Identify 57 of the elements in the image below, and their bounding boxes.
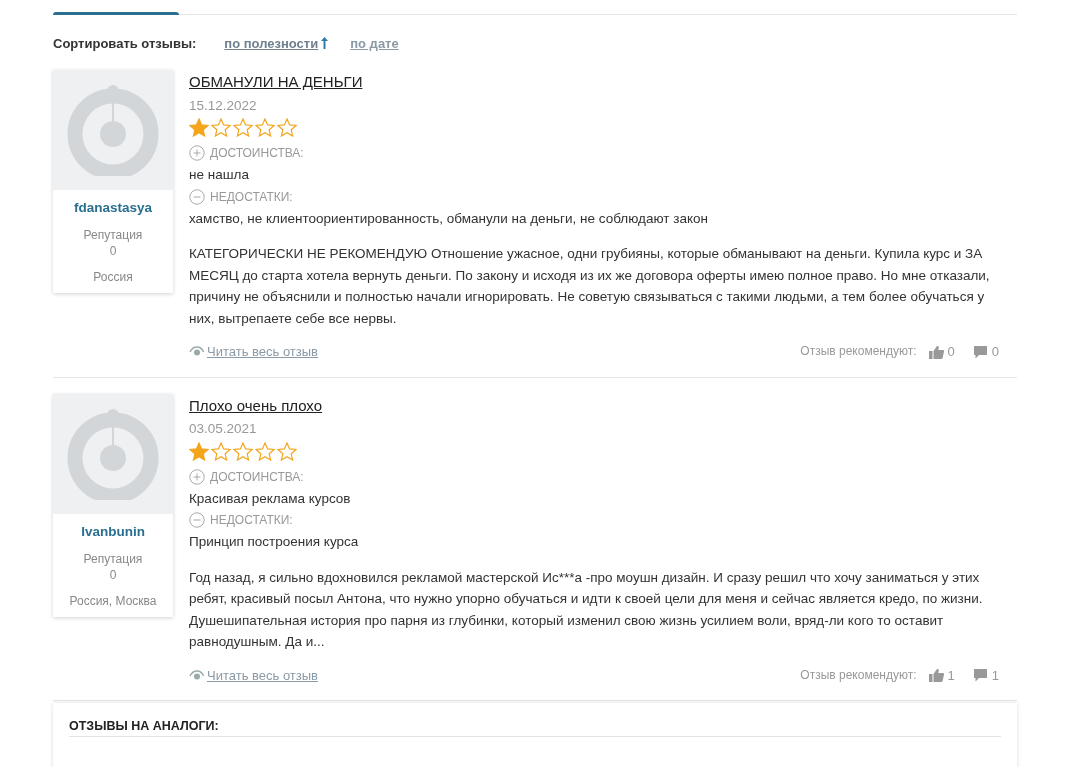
read-more-link[interactable]: Читать весь отзыв [189,341,318,363]
comments-count: 1 [991,666,999,685]
filled-star-icon [189,441,209,462]
reputation-label: Репутация [83,227,143,243]
plus-circle-icon [189,468,205,485]
empty-star-icon [233,441,253,462]
thumbs-up-icon[interactable] [928,344,944,359]
eye-icon [189,346,204,358]
cons-label: НЕДОСТАТКИ: [210,188,293,206]
plus-circle-icon [189,145,205,161]
pros-label: ДОСТОИНСТВА: [210,468,304,486]
recommend-label: Отзыв рекомендуют: [800,343,917,360]
sort-label: Сортировать отзывы: [53,35,197,51]
review-text: Год назад, я сильно вдохновился рекламой мастерской Ис***а -про моушн дизайн. И сразу решил что хочу заниматься у этих ребят, красивый посыл Антона, что нужно упорно обучаться и идти к своей цели для меня и сейчас является кредо, по жизни. Душешипательная история про парня из глубинки, который изменил свою жизнь усилием воли, вряд-ли кого то оставит равнодушным. Да и... [189,568,984,651]
reputation-value: 0 [109,566,117,583]
analogs-heading: ОТЗЫВЫ НА АНАЛОГИ: [69,719,1001,737]
empty-star-icon [211,118,231,138]
eye-icon [189,669,204,681]
empty-star-icon [255,118,275,138]
review-date: 15.12.2022 [189,96,258,115]
empty-star-icon [233,118,253,138]
filled-star-icon [189,118,209,138]
default-avatar-icon [67,84,159,176]
review-title[interactable]: ОБМАНУЛИ НА ДЕНЬГИ [189,71,363,93]
likes-count: 0 [947,343,955,361]
pros-label: ДОСТОИНСТВА: [210,145,304,162]
cons-label: НЕДОСТАТКИ: [210,512,293,529]
review-title[interactable]: Плохо очень плохо [189,394,323,416]
reputation-label: Репутация [83,550,143,567]
pros-text: Красивая реклама курсов [189,489,352,508]
author-name[interactable]: Ivanbunin [81,523,145,539]
cons-text: Принцип построения курса [189,533,360,551]
empty-star-icon [277,118,297,138]
sort-arrow-icon [321,37,329,49]
review-text: КАТЕГОРИЧЕСКИ НЕ РЕКОМЕНДУЮ Отношение ужасное, одни грубияны, которые обманывают на деньги. Купила курс и ЗА МЕСЯЦ до старта хотела вернуть деньги. По закону и исходя из их же договора оферты имею полное право. Но мне отказали, причину не объяснили и полностью начали игнорировать. Не советую связываться с такими людьми, а тем более обучаться у них, вытрепаете себе все нервы. [189,245,991,328]
author-location: Россия [93,269,133,285]
author-location: Россия, Москва [69,592,157,609]
pros-text: не нашла [189,166,250,184]
recommend-label: Отзыв рекомендуют: [800,666,917,684]
comment-icon[interactable] [972,344,988,359]
empty-star-icon [255,441,275,462]
default-avatar-icon [67,407,159,500]
author-name[interactable]: fdanastasya [73,200,152,215]
empty-star-icon [277,441,297,462]
review-date: 03.05.2021 [189,420,258,438]
minus-circle-icon [189,512,205,528]
likes-count: 1 [947,666,955,685]
thumbs-up-icon[interactable] [928,668,944,683]
reputation-value: 0 [109,243,117,259]
comments-count: 0 [991,343,999,361]
comment-icon[interactable] [972,668,988,683]
read-more-link[interactable]: Читать весь отзыв [189,664,318,686]
cons-text: хамство, не клиентоориентированность, обманули на деньги, не соблюдают закон [189,209,709,228]
sort-link[interactable]: по дате [350,35,399,51]
empty-star-icon [211,441,231,462]
sort-link[interactable]: по полезности [224,35,329,51]
minus-circle-icon [189,188,205,205]
